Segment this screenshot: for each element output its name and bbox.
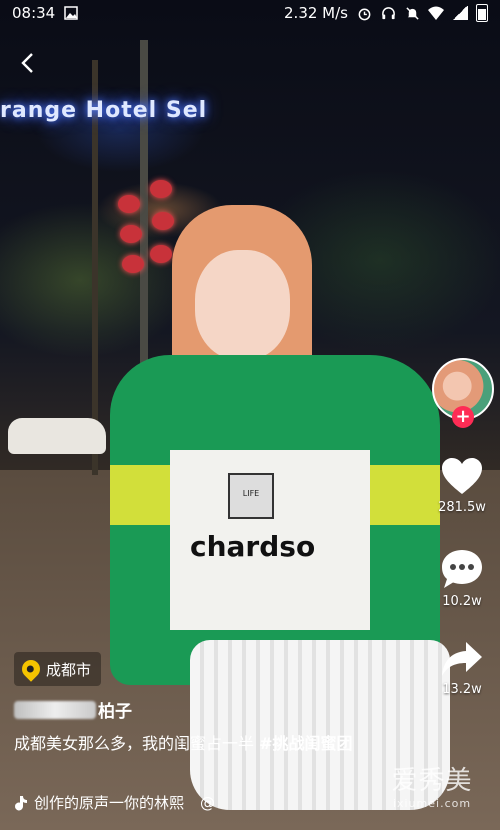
sweater-print-text: chardso bbox=[190, 530, 316, 563]
comment-icon bbox=[442, 550, 482, 588]
image-icon bbox=[63, 5, 79, 21]
lamp-pole bbox=[140, 40, 148, 370]
share-button[interactable]: 13.2w bbox=[432, 640, 492, 697]
music-title: 创作的原声一你的林熙 bbox=[34, 794, 185, 812]
location-pin-icon bbox=[18, 656, 44, 682]
alarm-icon bbox=[356, 5, 372, 21]
battery-icon bbox=[476, 4, 488, 22]
share-icon bbox=[442, 642, 482, 676]
lantern bbox=[120, 225, 142, 243]
network-speed: 2.32 M/s bbox=[284, 4, 348, 22]
back-button[interactable] bbox=[18, 52, 42, 76]
sweater-patch-text: LIFE bbox=[242, 489, 260, 498]
watermark-url: ixiumei.com bbox=[392, 797, 472, 810]
person-sweater: LIFE chardso bbox=[110, 355, 440, 685]
person-face bbox=[195, 250, 290, 360]
username-redacted bbox=[14, 700, 96, 719]
wifi-icon bbox=[428, 5, 444, 21]
comment-button[interactable]: 10.2w bbox=[432, 548, 492, 609]
watermark-title: 爱秀美 bbox=[391, 766, 473, 796]
mute-icon bbox=[404, 5, 420, 21]
heart-icon bbox=[442, 458, 482, 494]
mention-symbol: @ bbox=[200, 793, 216, 812]
caption-text: 成都美女那么多，我的闺蜜占一半 bbox=[14, 734, 255, 753]
username-text: 柏子 bbox=[98, 702, 132, 722]
like-button[interactable]: 281.5w bbox=[432, 456, 492, 515]
signal-icon bbox=[452, 6, 468, 20]
hotel-neon-sign: range Hotel Sel bbox=[0, 98, 208, 123]
status-bar: 08:34 2.32 M/s bbox=[0, 0, 500, 26]
username[interactable]: 柏子 bbox=[14, 697, 132, 722]
status-time: 08:34 bbox=[12, 4, 56, 22]
lantern bbox=[150, 245, 172, 263]
music-row[interactable]: 创作的原声一你的林熙 @ bbox=[14, 792, 215, 813]
lantern bbox=[122, 255, 144, 273]
sweater-patch: LIFE bbox=[228, 473, 274, 519]
music-note-icon bbox=[15, 795, 27, 810]
chevron-left-icon bbox=[21, 53, 33, 73]
location-tag[interactable]: 成都市 bbox=[14, 652, 102, 686]
like-count: 281.5w bbox=[438, 500, 486, 515]
follow-button[interactable]: + bbox=[452, 406, 474, 428]
lantern bbox=[118, 195, 140, 213]
location-label: 成都市 bbox=[46, 660, 92, 679]
parked-car bbox=[8, 418, 106, 454]
video-caption: 成都美女那么多，我的闺蜜占一半 #挑战闺蜜团 bbox=[14, 732, 384, 756]
headset-icon bbox=[380, 5, 396, 21]
hashtag-link[interactable]: #挑战闺蜜团 bbox=[259, 734, 352, 753]
lantern bbox=[150, 180, 172, 198]
lantern bbox=[152, 212, 174, 230]
watermark: 爱秀美 ixiumei.com bbox=[372, 760, 492, 810]
comment-count: 10.2w bbox=[442, 594, 482, 609]
share-count: 13.2w bbox=[442, 682, 482, 697]
